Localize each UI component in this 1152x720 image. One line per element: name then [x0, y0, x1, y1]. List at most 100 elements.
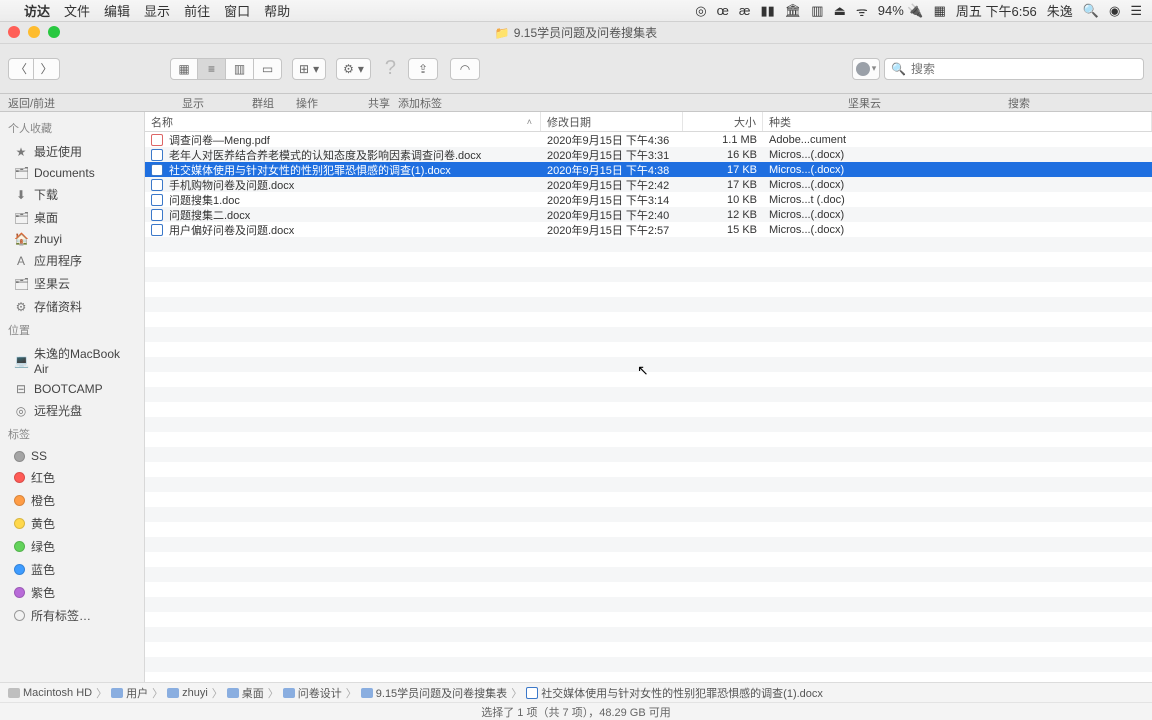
path-separator-icon: 〉 [212, 685, 223, 701]
sidebar-icon: 🏠 [14, 232, 28, 246]
path-item-1[interactable]: 用户 [111, 685, 148, 701]
menu-help[interactable]: 帮助 [264, 1, 290, 20]
sidebar-tag-6[interactable]: 紫色 [0, 581, 144, 604]
path-icon [111, 688, 123, 698]
spotlight-icon[interactable]: 🔍 [1083, 3, 1099, 19]
view-icons-button[interactable]: ▦ [170, 58, 198, 80]
app-name[interactable]: 访达 [24, 1, 50, 20]
calendar-icon[interactable]: ▦ [934, 3, 946, 19]
sidebar-item-loc-2[interactable]: ◎远程光盘 [0, 399, 144, 422]
menu-window[interactable]: 窗口 [224, 1, 250, 20]
file-list-pane: 名称˄ 修改日期 大小 种类 调查问卷—Meng.pdf2020年9月15日 下… [145, 112, 1152, 682]
minimize-button[interactable] [28, 26, 40, 38]
column-size[interactable]: 大小 [683, 112, 763, 131]
file-rows[interactable]: 调查问卷—Meng.pdf2020年9月15日 下午4:361.1 MBAdob… [145, 132, 1152, 682]
forward-button[interactable]: 〉 [34, 58, 60, 80]
column-kind[interactable]: 种类 [763, 112, 1152, 131]
tag-dot-icon [14, 451, 25, 462]
sidebar-item-fav-7[interactable]: ⚙存储资料 [0, 295, 144, 318]
battery-status[interactable]: 94% 🔌 [878, 3, 924, 19]
path-item-5[interactable]: 9.15学员问题及问卷搜集表 [361, 685, 507, 701]
status-icon-eject[interactable]: ⏏ [834, 3, 846, 19]
siri-icon[interactable]: ◉ [1109, 3, 1120, 19]
zoom-button[interactable] [48, 26, 60, 38]
sidebar-tag-2[interactable]: 橙色 [0, 489, 144, 512]
sidebar-icon: 💻 [14, 354, 28, 368]
path-item-4[interactable]: 问卷设计 [283, 685, 342, 701]
tags-button[interactable]: ◠ [450, 58, 480, 80]
window-titlebar[interactable]: 📁 9.15学员问题及问卷搜集表 [0, 22, 1152, 44]
back-button[interactable]: 〈 [8, 58, 34, 80]
sidebar-item-fav-6[interactable]: 🗂坚果云 [0, 272, 144, 295]
cloud-button[interactable]: ▾ [852, 58, 880, 80]
sidebar-tag-3[interactable]: 黄色 [0, 512, 144, 535]
view-columns-button[interactable]: ▥ [226, 58, 254, 80]
path-label: 问卷设计 [298, 685, 342, 701]
user-name[interactable]: 朱逸 [1047, 1, 1073, 20]
sidebar-tag-7[interactable]: 所有标签… [0, 604, 144, 627]
notification-center-icon[interactable]: ☰ [1130, 3, 1142, 19]
menu-file[interactable]: 文件 [64, 1, 90, 20]
sidebar-item-loc-1[interactable]: ⊟BOOTCAMP [0, 379, 144, 399]
search-field[interactable]: 🔍 [884, 58, 1144, 80]
sidebar-item-fav-4[interactable]: 🏠zhuyi [0, 229, 144, 249]
status-icon-1[interactable]: ◎ [695, 3, 706, 19]
status-icon-4[interactable]: ▮▮ [760, 3, 774, 19]
sidebar-tag-1[interactable]: 红色 [0, 466, 144, 489]
view-gallery-button[interactable]: ▭ [254, 58, 282, 80]
view-list-button[interactable]: ≡ [198, 58, 226, 80]
path-separator-icon: 〉 [511, 685, 522, 701]
status-icon-6[interactable]: ▥ [811, 3, 823, 19]
search-input[interactable] [911, 62, 1137, 76]
help-icon[interactable]: ? [385, 57, 396, 80]
menu-view[interactable]: 显示 [144, 1, 170, 20]
path-label: Macintosh HD [23, 687, 92, 699]
file-row[interactable]: 用户偏好问卷及问题.docx2020年9月15日 下午2:5715 KBMicr… [145, 222, 1152, 237]
wifi-icon[interactable]: ᯤ [856, 2, 868, 20]
menu-edit[interactable]: 编辑 [104, 1, 130, 20]
file-row[interactable]: 问题搜集1.doc2020年9月15日 下午3:1410 KBMicros...… [145, 192, 1152, 207]
file-row[interactable]: 调查问卷—Meng.pdf2020年9月15日 下午4:361.1 MBAdob… [145, 132, 1152, 147]
sidebar-item-fav-1[interactable]: 🗂Documents [0, 163, 144, 183]
path-icon [8, 688, 20, 698]
file-size: 17 KB [683, 179, 763, 191]
file-size: 15 KB [683, 224, 763, 236]
path-item-3[interactable]: 桌面 [227, 685, 264, 701]
file-icon [151, 194, 163, 206]
main-area: 个人收藏 ★最近使用🗂Documents⬇下载🗂桌面🏠zhuyiA应用程序🗂坚果… [0, 112, 1152, 682]
action-menu[interactable]: ⚙▾ [336, 58, 371, 80]
status-icon-5[interactable]: 🏛 [785, 3, 802, 19]
clock[interactable]: 周五 下午6:56 [956, 1, 1037, 20]
window-title: 9.15学员问题及问卷搜集表 [514, 24, 657, 41]
sidebar-item-fav-3[interactable]: 🗂桌面 [0, 206, 144, 229]
sidebar-tag-0[interactable]: SS [0, 446, 144, 466]
file-row[interactable]: 问题搜集二.docx2020年9月15日 下午2:4012 KBMicros..… [145, 207, 1152, 222]
column-name[interactable]: 名称˄ [145, 112, 541, 131]
sidebar-item-fav-2[interactable]: ⬇下载 [0, 183, 144, 206]
cloud-dot-icon [856, 62, 870, 76]
sidebar-tag-5[interactable]: 蓝色 [0, 558, 144, 581]
path-item-0[interactable]: Macintosh HD [8, 687, 92, 699]
share-button[interactable]: ⇪ [408, 58, 438, 80]
column-date[interactable]: 修改日期 [541, 112, 683, 131]
sidebar-item-loc-0[interactable]: 💻朱逸的MacBook Air [0, 342, 144, 379]
status-icon-3[interactable]: æ [739, 3, 751, 18]
group-menu[interactable]: ⊞▾ [292, 58, 326, 80]
sidebar-tag-4[interactable]: 绿色 [0, 535, 144, 558]
file-icon [151, 164, 163, 176]
folder-icon: 📁 [495, 26, 510, 40]
file-row[interactable]: 手机购物问卷及问题.docx2020年9月15日 下午2:4217 KBMicr… [145, 177, 1152, 192]
sidebar-item-fav-0[interactable]: ★最近使用 [0, 140, 144, 163]
file-kind: Adobe...cument [763, 134, 1152, 146]
sidebar-icon: ◎ [14, 404, 28, 418]
sidebar-item-fav-5[interactable]: A应用程序 [0, 249, 144, 272]
path-item-6[interactable]: 社交媒体使用与针对女性的性别犯罪恐惧感的调查(1).docx [526, 685, 823, 701]
file-row[interactable]: 社交媒体使用与针对女性的性别犯罪恐惧感的调查(1).docx2020年9月15日… [145, 162, 1152, 177]
menu-go[interactable]: 前往 [184, 1, 210, 20]
path-item-2[interactable]: zhuyi [167, 687, 208, 699]
status-icon-2[interactable]: œ [717, 3, 729, 18]
file-row[interactable]: 老年人对医养结合养老模式的认知态度及影响因素调查问卷.docx2020年9月15… [145, 147, 1152, 162]
file-name: 用户偏好问卷及问题.docx [169, 222, 294, 238]
share-label: 共享 [368, 95, 390, 111]
close-button[interactable] [8, 26, 20, 38]
